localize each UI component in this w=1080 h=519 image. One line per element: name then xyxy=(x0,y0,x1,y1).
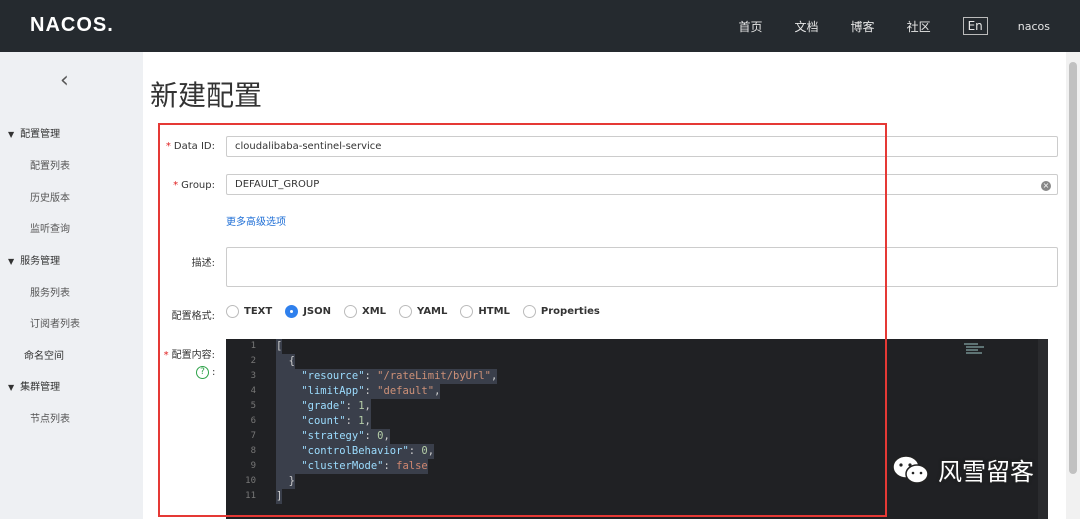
code-editor[interactable]: 1 2 3 4 5 6 7 8 9 10 11 [ { "resource": … xyxy=(226,339,1048,519)
sidebar-group-label: 配置管理 xyxy=(20,129,61,140)
format-radio-yaml[interactable]: YAML xyxy=(399,305,447,318)
radio-selected-icon xyxy=(285,305,299,318)
group-label: * Group: xyxy=(173,180,215,191)
format-radio-text[interactable]: TEXT xyxy=(226,305,272,318)
content-label: * 配置内容: xyxy=(163,350,215,361)
sidebar: ‹ ▼ 配置管理 配置列表 历史版本 监听查询 ▼ 服务管理 服务列表 订阅者列表 … xyxy=(0,52,143,519)
nacos-logo[interactable]: NACOS. xyxy=(30,14,114,37)
group-input[interactable]: DEFAULT_GROUP × xyxy=(226,174,1058,195)
code-line: "count": 1, xyxy=(276,414,371,429)
clear-icon[interactable]: × xyxy=(1041,181,1051,191)
data-id-label: * Data ID: xyxy=(165,141,215,152)
code-line: "controlBehavior": 0, xyxy=(276,444,435,459)
description-textarea[interactable] xyxy=(226,247,1058,287)
sidebar-group-config[interactable]: ▼ 配置管理 xyxy=(8,125,60,140)
radio-icon xyxy=(399,305,413,318)
top-nav: 首页 文档 博客 社区 En nacos xyxy=(707,0,1050,52)
code-line: [ xyxy=(276,339,283,354)
page-title: 新建配置 xyxy=(150,79,263,112)
caret-down-icon: ▼ xyxy=(8,130,15,139)
page-scrollbar[interactable] xyxy=(1066,52,1080,519)
nav-blog[interactable]: 博客 xyxy=(851,18,875,35)
radio-icon xyxy=(343,305,357,318)
sidebar-item-config-list[interactable]: 配置列表 xyxy=(30,157,70,172)
watermark-text: 风雪留客 xyxy=(938,458,1034,486)
watermark: 风雪留客 xyxy=(892,452,1034,487)
help-colon: : xyxy=(212,367,216,378)
format-radio-properties[interactable]: Properties xyxy=(522,305,600,318)
code-line: { xyxy=(276,354,295,369)
line-number-gutter: 1 2 3 4 5 6 7 8 9 10 11 xyxy=(245,341,256,501)
code-line: "resource": "/rateLimit/byUrl", xyxy=(276,369,498,384)
description-label: 描述: xyxy=(191,258,215,269)
radio-icon xyxy=(460,305,474,318)
user-name[interactable]: nacos xyxy=(1018,20,1050,33)
sidebar-group-label: 服务管理 xyxy=(20,256,61,267)
group-value: DEFAULT_GROUP xyxy=(235,179,320,190)
editor-minimap[interactable] xyxy=(964,343,984,357)
radio-icon xyxy=(522,305,536,318)
format-radio-group: TEXT JSON XML YAML HTML Properties xyxy=(226,305,613,318)
editor-scrollbar[interactable] xyxy=(1038,339,1048,519)
code-line: "strategy": 0, xyxy=(276,429,390,444)
sidebar-item-service-list[interactable]: 服务列表 xyxy=(30,284,70,299)
code-line: "grade": 1, xyxy=(276,399,371,414)
sidebar-group-label: 集群管理 xyxy=(20,382,61,393)
help-icon[interactable]: ? xyxy=(196,366,209,379)
nav-home[interactable]: 首页 xyxy=(739,18,763,35)
radio-icon xyxy=(226,305,239,318)
collapse-sidebar-icon[interactable]: ‹ xyxy=(60,68,69,93)
sidebar-item-history[interactable]: 历史版本 xyxy=(30,189,70,204)
language-toggle[interactable]: En xyxy=(962,17,988,35)
code-line: } xyxy=(276,474,295,489)
caret-down-icon: ▼ xyxy=(8,257,15,266)
sidebar-group-service[interactable]: ▼ 服务管理 xyxy=(8,252,60,267)
caret-down-icon: ▼ xyxy=(8,383,15,392)
top-bar: NACOS. 首页 文档 博客 社区 En nacos xyxy=(0,0,1080,52)
scrollbar-thumb[interactable] xyxy=(1069,62,1077,474)
sidebar-item-namespace[interactable]: 命名空间 xyxy=(24,347,64,362)
nav-community[interactable]: 社区 xyxy=(907,18,931,35)
sidebar-item-subscriber-list[interactable]: 订阅者列表 xyxy=(30,315,80,330)
format-radio-xml[interactable]: XML xyxy=(343,305,386,318)
code-line: ] xyxy=(276,489,283,504)
format-radio-json[interactable]: JSON xyxy=(285,305,331,318)
format-radio-html[interactable]: HTML xyxy=(460,305,510,318)
wechat-icon xyxy=(892,454,929,484)
data-id-input[interactable]: cloudalibaba-sentinel-service xyxy=(226,136,1058,157)
format-label: 配置格式: xyxy=(171,311,215,322)
code-line: "clusterMode": false xyxy=(276,459,428,474)
sidebar-item-node-list[interactable]: 节点列表 xyxy=(30,410,70,425)
sidebar-item-listener-query[interactable]: 监听查询 xyxy=(30,220,70,235)
code-line: "limitApp": "default", xyxy=(276,384,441,399)
advanced-options-link[interactable]: 更多高级选项 xyxy=(226,213,286,228)
nav-docs[interactable]: 文档 xyxy=(795,18,819,35)
sidebar-group-cluster[interactable]: ▼ 集群管理 xyxy=(8,378,60,393)
